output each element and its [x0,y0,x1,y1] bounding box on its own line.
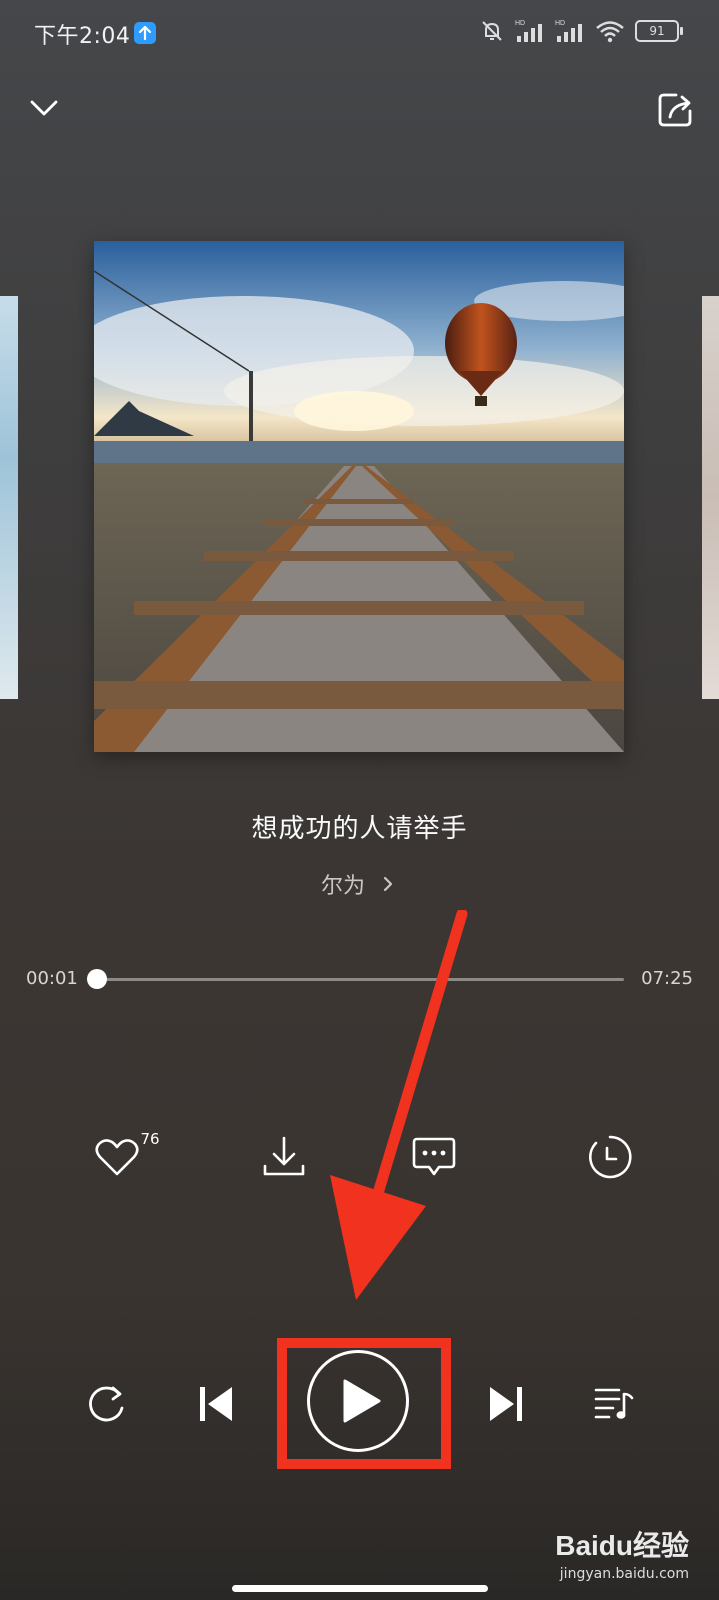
signal-icon: HD [515,20,542,42]
artist-name: 尔为 [320,874,365,899]
album-cover[interactable] [94,241,624,752]
battery-icon: 91 [635,20,683,42]
timer-button[interactable] [575,1122,645,1192]
share-button[interactable] [648,83,702,137]
next-album-cover[interactable] [702,296,719,699]
status-icons: HD HD 91 [479,16,683,46]
previous-album-cover[interactable] [0,296,18,699]
status-time: 下午2:04 [34,24,131,49]
artist-link[interactable]: 尔为 [0,868,719,900]
svg-text:HD: HD [555,20,565,27]
share-icon [658,93,692,127]
svg-text:HD: HD [515,20,525,27]
playlist-button[interactable] [586,1376,642,1432]
playlist-icon [594,1388,634,1419]
mute-icon [482,21,502,41]
heart-icon [95,1139,140,1176]
watermark-url: jingyan.baidu.com [559,1566,689,1582]
repeat-icon [89,1386,124,1422]
elapsed-time: 00:01 [26,968,78,989]
chevron-down-icon [30,100,58,116]
download-button[interactable] [249,1122,319,1192]
signal-icon: HD [555,20,582,42]
previous-button[interactable] [190,1376,242,1432]
arrow-annotation [330,910,468,1300]
repeat-mode-button[interactable] [81,1378,133,1430]
next-button[interactable] [480,1376,532,1432]
annotation-highlight-box [277,1338,451,1469]
like-button[interactable]: 76 [84,1122,170,1192]
collapse-button[interactable] [17,81,71,135]
previous-icon [200,1387,232,1421]
next-icon [490,1387,522,1421]
wifi-icon [596,21,624,43]
baidu-jingyan-watermark: Baidu经验 jingyan.baidu.com [555,1524,689,1582]
duration-time: 07:25 [641,968,693,989]
song-title: 想成功的人请举手 [251,814,468,844]
upload-badge-icon [134,22,156,44]
timer-icon [589,1135,632,1179]
home-indicator[interactable] [232,1585,488,1592]
chevron-right-icon [383,876,393,892]
like-count: 76 [140,1130,160,1148]
watermark-brand: Baidu经验 [555,1530,689,1561]
download-icon [263,1136,305,1176]
progress-thumb[interactable] [87,969,108,989]
